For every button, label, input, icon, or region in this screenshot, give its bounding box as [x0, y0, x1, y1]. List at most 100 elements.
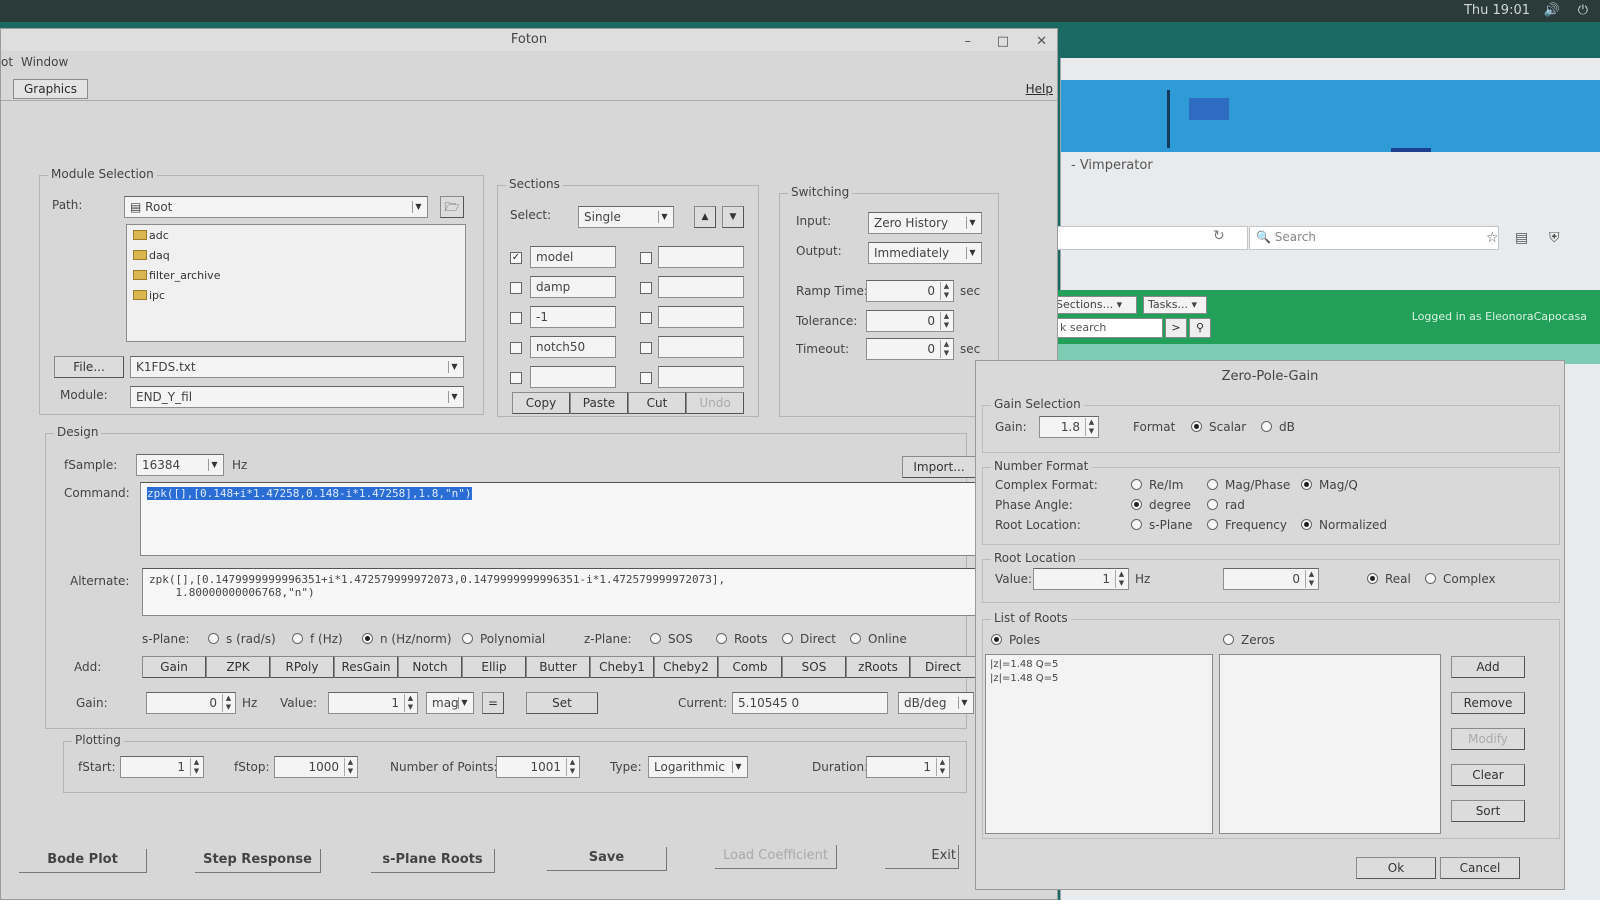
sections-dropdown[interactable]: Sections... ▾: [1051, 296, 1137, 314]
tree-folder[interactable]: daq: [133, 249, 170, 262]
value-input[interactable]: 1 ▲ ▼: [328, 692, 418, 714]
section-checkbox[interactable]: [510, 342, 522, 354]
points-input[interactable]: 1001 ▲ ▼: [496, 756, 580, 778]
complex-radio[interactable]: [1131, 479, 1142, 490]
command-textarea[interactable]: zpk([],[0.148+i*1.47258,0.148-i*1.47258]…: [140, 482, 976, 556]
add-ellip-button[interactable]: Ellip: [462, 656, 526, 678]
section-checkbox[interactable]: [640, 252, 652, 264]
browser-search-input[interactable]: 🔍 Search: [1249, 226, 1499, 250]
set-button[interactable]: Set: [526, 692, 598, 714]
section-name-input[interactable]: [658, 306, 744, 328]
close-icon[interactable]: ✕: [1036, 31, 1047, 53]
fstop-input[interactable]: 1000 ▲ ▼: [274, 756, 358, 778]
zplane-radio[interactable]: [782, 633, 793, 644]
output-combo[interactable]: Immediately ▼: [868, 242, 982, 264]
module-combo[interactable]: END_Y_fil ▼: [130, 386, 464, 408]
folder-up-icon[interactable]: 🗁: [440, 196, 464, 218]
add-cheby2-button[interactable]: Cheby2: [654, 656, 718, 678]
wiki-search-input[interactable]: k search: [1055, 318, 1163, 338]
clipboard-icon[interactable]: ▤: [1515, 230, 1528, 246]
tree-folder[interactable]: adc: [133, 229, 169, 242]
section-checkbox[interactable]: [510, 372, 522, 384]
fsample-combo[interactable]: 16384 ▼: [136, 454, 224, 476]
phase-radio[interactable]: [1207, 499, 1218, 510]
spinner-icon[interactable]: ▲ ▼: [566, 758, 578, 776]
add-root-button[interactable]: Add: [1451, 656, 1525, 678]
file-combo[interactable]: K1FDS.txt ▼: [130, 356, 464, 378]
file-button[interactable]: File...: [54, 356, 124, 378]
poles-list[interactable]: |z|=1.48 Q=5 |z|=1.48 Q=5: [985, 654, 1213, 834]
import-button[interactable]: Import...: [902, 456, 976, 478]
spinner-icon[interactable]: ▲ ▼: [1115, 570, 1127, 588]
paste-button[interactable]: Paste: [570, 392, 628, 414]
browser-tab-title[interactable]: - Vimperator: [1061, 158, 1153, 173]
section-name-input[interactable]: notch50: [530, 336, 616, 358]
ok-button[interactable]: Ok: [1356, 857, 1436, 879]
zeros-list[interactable]: [1219, 654, 1441, 834]
exit-button[interactable]: Exit: [885, 845, 959, 869]
splane-radio[interactable]: [462, 633, 473, 644]
spinner-icon[interactable]: ▲ ▼: [936, 758, 948, 776]
menu-window[interactable]: Window: [21, 55, 68, 69]
phase-radio[interactable]: [1131, 499, 1142, 510]
timeout-input[interactable]: 0 ▲ ▼: [866, 338, 954, 360]
sort-roots-button[interactable]: Sort: [1451, 800, 1525, 822]
section-name-input[interactable]: model: [530, 246, 616, 268]
zplane-radio[interactable]: [650, 633, 661, 644]
dbdeg-combo[interactable]: dB/deg ▼: [898, 692, 974, 714]
zeros-radio[interactable]: [1223, 634, 1234, 645]
section-checkbox[interactable]: [640, 282, 652, 294]
section-name-input[interactable]: damp: [530, 276, 616, 298]
root-type-radio[interactable]: [1367, 573, 1378, 584]
input-combo[interactable]: Zero History ▼: [868, 212, 982, 234]
add-butter-button[interactable]: Butter: [526, 656, 590, 678]
mag-combo[interactable]: mag ▼: [426, 692, 474, 714]
section-name-input[interactable]: -1: [530, 306, 616, 328]
spinner-icon[interactable]: ▲ ▼: [222, 694, 234, 712]
type-combo[interactable]: Logarithmic ▼: [648, 756, 748, 778]
duration-input[interactable]: 1 ▲ ▼: [866, 756, 950, 778]
tolerance-input[interactable]: 0 ▲ ▼: [866, 310, 954, 332]
speaker-icon[interactable]: 🔊: [1544, 3, 1560, 18]
gain-input[interactable]: 0 ▲ ▼: [146, 692, 236, 714]
format-radio[interactable]: [1261, 421, 1272, 432]
spinner-icon[interactable]: ▲ ▼: [940, 340, 952, 358]
root-value-input[interactable]: 1 ▲ ▼: [1033, 568, 1129, 590]
save-button[interactable]: Save: [547, 847, 667, 871]
cut-button[interactable]: Cut: [628, 392, 686, 414]
alternate-textarea[interactable]: zpk([],[0.1479999999996351+i*1.472579999…: [142, 568, 976, 616]
shield-icon[interactable]: ⛨: [1549, 230, 1560, 246]
path-combo[interactable]: ▤ Root ▼: [124, 196, 428, 218]
spinner-icon[interactable]: ▲ ▼: [190, 758, 202, 776]
module-tree[interactable]: adc daq filter_archive ipc: [126, 224, 466, 342]
add-direct-button[interactable]: Direct: [910, 656, 976, 678]
section-name-input[interactable]: [658, 336, 744, 358]
complex-radio[interactable]: [1207, 479, 1218, 490]
cancel-button[interactable]: Cancel: [1440, 857, 1520, 879]
move-down-icon[interactable]: ▼: [722, 206, 744, 228]
spinner-icon[interactable]: ▲ ▼: [404, 694, 416, 712]
section-checkbox[interactable]: [510, 312, 522, 324]
add-resgain-button[interactable]: ResGain: [334, 656, 398, 678]
tree-folder[interactable]: ipc: [133, 289, 165, 302]
remove-root-button[interactable]: Remove: [1451, 692, 1525, 714]
add-sos-button[interactable]: SOS: [782, 656, 846, 678]
format-radio[interactable]: [1191, 421, 1202, 432]
spinner-icon[interactable]: ▲ ▼: [940, 312, 952, 330]
bode-plot-button[interactable]: Bode Plot: [19, 849, 147, 873]
undo-button[interactable]: Undo: [686, 392, 744, 414]
root-format-radio[interactable]: [1207, 519, 1218, 530]
spinner-icon[interactable]: ▲ ▼: [1085, 418, 1097, 436]
section-checkbox[interactable]: [510, 282, 522, 294]
equals-button[interactable]: =: [482, 692, 504, 714]
splane-radio[interactable]: [208, 633, 219, 644]
add-cheby1-button[interactable]: Cheby1: [590, 656, 654, 678]
magnifier-icon[interactable]: ⚲: [1189, 318, 1211, 338]
zpk-gain-input[interactable]: 1.8 ▲ ▼: [1039, 416, 1099, 438]
splane-roots-button[interactable]: s-Plane Roots: [371, 849, 495, 873]
modify-root-button[interactable]: Modify: [1451, 728, 1525, 750]
tree-folder[interactable]: filter_archive: [133, 269, 220, 282]
help-menu[interactable]: Help: [1026, 82, 1053, 96]
pole-item[interactable]: |z|=1.48 Q=5: [990, 659, 1058, 670]
root-format-radio[interactable]: [1131, 519, 1142, 530]
